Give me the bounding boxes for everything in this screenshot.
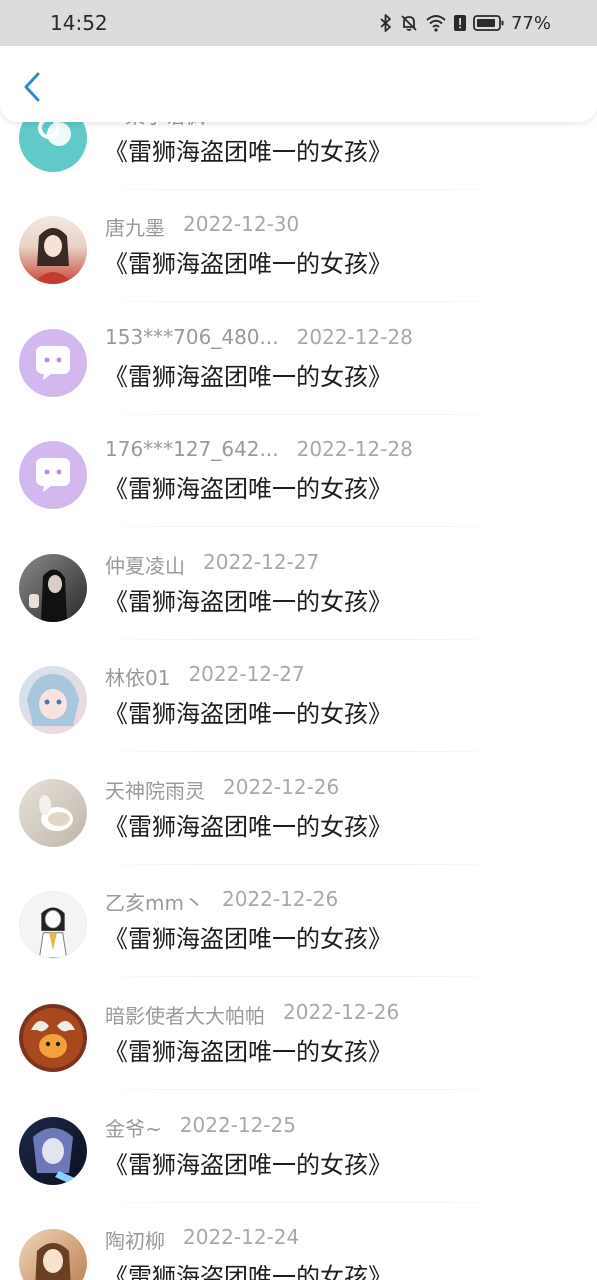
status-bar: 14:52 77% — [0, 0, 597, 46]
list-item[interactable]: 天神院雨灵 2022-12-26 《雷狮海盗团唯一的女孩》 — [0, 775, 597, 891]
item-title[interactable]: 《雷狮海盗团唯一的女孩》 — [104, 1145, 392, 1180]
divider — [90, 526, 517, 527]
item-date: 2022-12-25 — [179, 1113, 296, 1137]
item-meta: 暗影使者大大帕帕 2022-12-26 — [105, 1000, 399, 1029]
item-date: 2022-12-26 — [223, 775, 340, 799]
avatar[interactable] — [19, 441, 87, 509]
user-name[interactable]: 仲夏凌山 — [105, 550, 185, 579]
divider — [90, 189, 517, 190]
item-title[interactable]: 《雷狮海盗团唯一的女孩》 — [104, 919, 392, 954]
divider — [90, 976, 517, 977]
battery-percent: 77% — [510, 12, 551, 34]
item-date: 2022-12-28 — [296, 437, 413, 461]
item-meta: 天神院雨灵 2022-12-26 — [105, 775, 339, 804]
item-date: 2022-12-24 — [183, 1225, 300, 1249]
user-name[interactable]: 176***127_642... — [105, 437, 279, 461]
item-title[interactable]: 《雷狮海盗团唯一的女孩》 — [104, 357, 392, 392]
user-name[interactable]: 陶初柳 — [105, 1225, 165, 1254]
divider — [90, 1202, 517, 1203]
divider — [90, 301, 517, 302]
item-meta: 陶初柳 2022-12-24 — [105, 1225, 299, 1254]
item-date: 2022-12-30 — [183, 212, 300, 236]
avatar[interactable] — [19, 554, 87, 622]
list-item[interactable]: 仲夏凌山 2022-12-27 《雷狮海盗团唯一的女孩》 — [0, 550, 597, 666]
divider — [90, 639, 517, 640]
list-item[interactable]: 陶初柳 2022-12-24 《雷狮海盗团唯一的女孩》 — [0, 1225, 597, 1280]
user-name[interactable]: 天神院雨灵 — [105, 775, 205, 804]
status-icons: 77% — [379, 13, 551, 34]
list-item[interactable]: 176***127_642... 2022-12-28 《雷狮海盗团唯一的女孩》 — [0, 437, 597, 553]
list-item[interactable]: 暗影使者大大帕帕 2022-12-26 《雷狮海盗团唯一的女孩》 — [0, 1000, 597, 1116]
item-meta: 乙亥mm丶 2022-12-26 — [105, 887, 338, 916]
item-meta: 林依01 2022-12-27 — [105, 662, 305, 691]
list-item[interactable]: 唐九墨 2022-12-30 《雷狮海盗团唯一的女孩》 — [0, 212, 597, 328]
user-name[interactable]: 唐九墨 — [105, 212, 165, 241]
avatar[interactable] — [19, 1004, 87, 1072]
status-time: 14:52 — [50, 11, 108, 35]
user-name[interactable]: 暗影使者大大帕帕 — [105, 1000, 265, 1029]
avatar[interactable] — [19, 1229, 87, 1280]
battery-icon — [473, 15, 504, 31]
item-date: 2022-12-27 — [188, 662, 305, 686]
avatar[interactable] — [19, 779, 87, 847]
item-title[interactable]: 《雷狮海盗团唯一的女孩》 — [104, 1257, 392, 1280]
chat-bubble-icon — [36, 458, 70, 492]
comment-list[interactable]: 一某小语枫 01-05 《雷狮海盗团唯一的女孩》 唐九墨 2022-12-30 … — [0, 0, 597, 1280]
chat-bubble-icon — [36, 346, 70, 380]
list-item[interactable]: 林依01 2022-12-27 《雷狮海盗团唯一的女孩》 — [0, 662, 597, 778]
item-meta: 金爷~ 2022-12-25 — [105, 1113, 296, 1142]
chevron-left-icon — [24, 72, 40, 102]
divider — [90, 751, 517, 752]
user-name[interactable]: 林依01 — [105, 662, 170, 691]
nav-bar — [0, 46, 597, 122]
list-item[interactable]: 金爷~ 2022-12-25 《雷狮海盗团唯一的女孩》 — [0, 1113, 597, 1229]
item-title[interactable]: 《雷狮海盗团唯一的女孩》 — [104, 694, 392, 729]
list-item[interactable]: 乙亥mm丶 2022-12-26 《雷狮海盗团唯一的女孩》 — [0, 887, 597, 1003]
item-title[interactable]: 《雷狮海盗团唯一的女孩》 — [104, 582, 392, 617]
item-meta: 176***127_642... 2022-12-28 — [105, 437, 413, 461]
item-title[interactable]: 《雷狮海盗团唯一的女孩》 — [104, 807, 392, 842]
item-title[interactable]: 《雷狮海盗团唯一的女孩》 — [104, 132, 392, 167]
avatar[interactable] — [19, 891, 87, 959]
item-date: 2022-12-26 — [283, 1000, 400, 1024]
list-item[interactable]: 153***706_480... 2022-12-28 《雷狮海盗团唯一的女孩》 — [0, 325, 597, 441]
sim-alert-icon — [453, 15, 466, 31]
divider — [90, 1089, 517, 1090]
item-title[interactable]: 《雷狮海盗团唯一的女孩》 — [104, 1032, 392, 1067]
item-date: 2022-12-28 — [296, 325, 413, 349]
avatar[interactable] — [19, 1117, 87, 1185]
avatar[interactable] — [19, 666, 87, 734]
wifi-icon — [426, 15, 446, 32]
bell-muted-icon — [401, 15, 417, 31]
item-title[interactable]: 《雷狮海盗团唯一的女孩》 — [104, 244, 392, 279]
user-name[interactable]: 153***706_480... — [105, 325, 279, 349]
item-date: 2022-12-26 — [221, 887, 339, 911]
back-button[interactable] — [18, 72, 46, 102]
item-meta: 唐九墨 2022-12-30 — [105, 212, 299, 241]
user-name[interactable]: 金爷~ — [105, 1113, 162, 1142]
avatar[interactable] — [19, 329, 87, 397]
divider — [90, 864, 517, 865]
item-title[interactable]: 《雷狮海盗团唯一的女孩》 — [104, 469, 392, 504]
item-date: 2022-12-27 — [203, 550, 320, 574]
user-name[interactable]: 乙亥mm丶 — [105, 887, 204, 916]
bluetooth-icon — [380, 14, 391, 32]
divider — [90, 414, 517, 415]
item-meta: 153***706_480... 2022-12-28 — [105, 325, 413, 349]
avatar[interactable] — [19, 216, 87, 284]
item-meta: 仲夏凌山 2022-12-27 — [105, 550, 319, 579]
